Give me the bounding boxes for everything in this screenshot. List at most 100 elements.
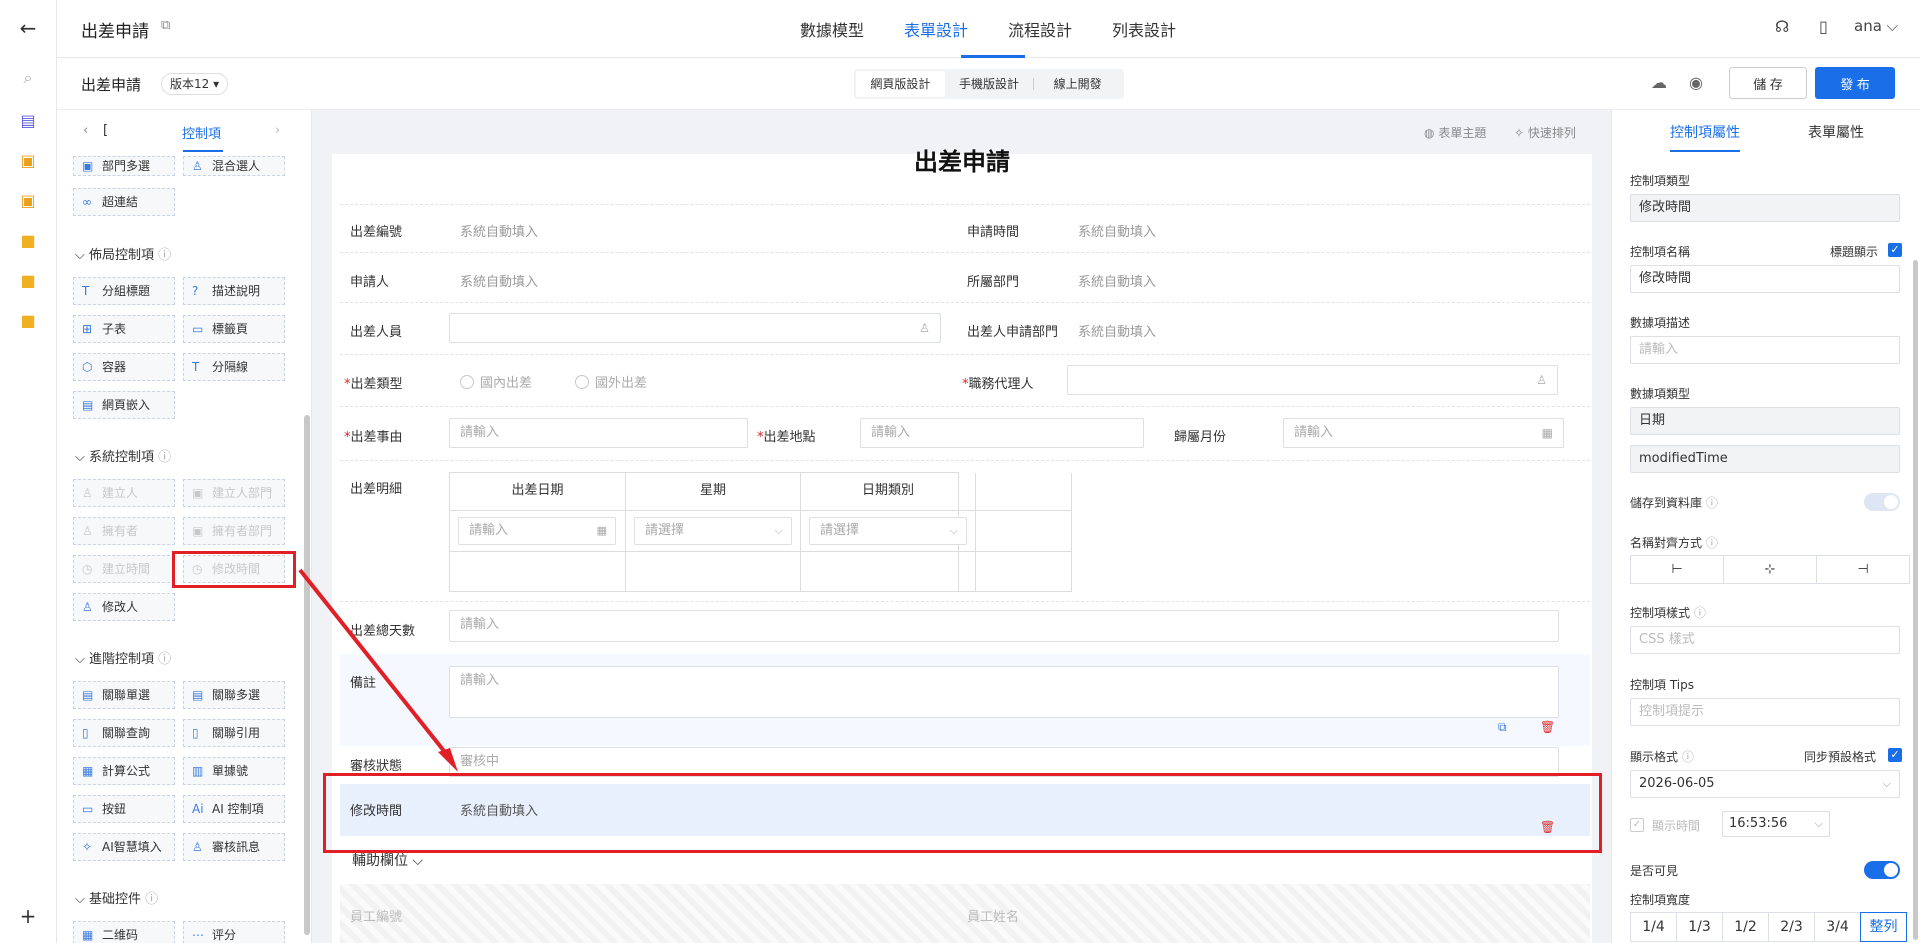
section-advanced[interactable]: ⌵ 進階控制項 ⓘ <box>75 648 171 667</box>
reason-input[interactable]: 請輸入 <box>449 418 748 448</box>
chip-ai-fill[interactable]: ✧ AI智慧填入 <box>73 833 175 861</box>
palette-next-icon[interactable]: › <box>275 123 280 138</box>
tab-flow-design[interactable]: 流程設計 <box>1008 17 1072 41</box>
eye-icon[interactable]: ◉ <box>1689 73 1703 92</box>
chip-creator-dept[interactable]: ▣ 建立人部門 <box>183 479 285 507</box>
delete-icon[interactable]: 🗑 <box>1540 720 1555 734</box>
title-show-checkbox[interactable]: ✓ <box>1888 243 1902 257</box>
agent-input[interactable]: ♙ <box>1067 365 1558 395</box>
data-desc-input[interactable]: 請輸入 <box>1630 336 1900 364</box>
chip-divider[interactable]: T 分隔線 <box>183 353 285 381</box>
visible-toggle[interactable] <box>1864 861 1900 879</box>
mode-web[interactable]: 網頁版設計 <box>856 71 945 97</box>
folder-icon[interactable]: ■ <box>18 270 38 290</box>
tab-form-props[interactable]: 表單屬性 <box>1808 122 1864 142</box>
chip-doc-number[interactable]: ▥ 單據號 <box>183 757 285 785</box>
chip-web-embed[interactable]: ▤ 網頁嵌入 <box>73 391 175 419</box>
travelers-input[interactable]: ♙ <box>449 313 941 343</box>
chip-mixed-select[interactable]: ♙ 混合選人 <box>183 156 285 176</box>
sync-format-checkbox[interactable]: ✓ <box>1888 748 1902 762</box>
palette-prev-icon[interactable]: ‹ <box>83 123 88 138</box>
chip-relation-single[interactable]: ▤ 關聯單選 <box>73 681 175 709</box>
radio-domestic[interactable]: 國內出差 <box>460 372 532 391</box>
section-basic[interactable]: ⌵ 基础控件 ⓘ <box>75 888 158 907</box>
chip-qrcode[interactable]: ▦ 二维码 <box>73 921 175 943</box>
total-days-input[interactable]: 請輸入 <box>449 610 1559 642</box>
align-right-icon[interactable]: ⊣ <box>1817 556 1909 583</box>
chip-ai-control[interactable]: Ai AI 控制項 <box>183 795 285 823</box>
table-icon[interactable]: ▤ <box>18 110 38 130</box>
save-button[interactable]: 儲 存 <box>1729 67 1807 99</box>
chip-relation-ref[interactable]: ▯ 關聯引用 <box>183 719 285 747</box>
chip-button[interactable]: ▭ 按鈕 <box>73 795 175 823</box>
trip-date-input[interactable]: 請輸入 ▦ <box>458 517 616 545</box>
palette-scrollbar[interactable] <box>304 415 310 935</box>
css-style-input[interactable]: CSS 樣式 <box>1630 626 1900 654</box>
show-time-checkbox[interactable]: ✓ <box>1630 818 1644 832</box>
width-2-3[interactable]: 2/3 <box>1768 912 1815 942</box>
back-arrow-icon[interactable]: ← <box>18 16 38 40</box>
chip-description[interactable]: ? 描述說明 <box>183 277 285 305</box>
date-type-select[interactable]: 請選擇 ⌵ <box>809 517 967 545</box>
props-scrollbar[interactable] <box>1913 260 1918 940</box>
chip-container[interactable]: ⬡ 容器 <box>73 353 175 381</box>
time-format-select[interactable]: 16:53:56 ⌵ <box>1722 811 1830 837</box>
folder-icon[interactable]: ■ <box>18 230 38 250</box>
form-icon[interactable]: ▣ <box>18 150 38 170</box>
align-center-icon[interactable]: ⊹ <box>1724 556 1817 583</box>
tips-input[interactable]: 控制項提示 <box>1630 698 1900 726</box>
add-icon[interactable]: + <box>18 904 38 928</box>
folder-icon[interactable]: ■ <box>18 310 38 330</box>
chip-rating[interactable]: ⋯ 评分 <box>183 921 285 943</box>
width-1-3[interactable]: 1/3 <box>1676 912 1723 942</box>
copy-icon[interactable]: ⧉ <box>1498 720 1507 735</box>
chip-modifier[interactable]: ♙ 修改人 <box>73 593 175 621</box>
headset-icon[interactable]: ☊ <box>1775 17 1789 36</box>
tab-form-design[interactable]: 表單設計 <box>904 17 968 41</box>
search-icon[interactable]: ⌕ <box>18 68 38 88</box>
tab-control-props[interactable]: 控制項屬性 <box>1670 122 1740 142</box>
tab-list-design[interactable]: 列表設計 <box>1112 17 1176 41</box>
chip-tabs[interactable]: ▭ 標籤頁 <box>183 315 285 343</box>
place-input[interactable]: 請輸入 <box>860 418 1144 448</box>
book-icon[interactable]: ▯ <box>1819 17 1828 36</box>
chip-formula[interactable]: ▦ 計算公式 <box>73 757 175 785</box>
month-input[interactable]: 請輸入 ▦ <box>1283 418 1564 448</box>
align-left-icon[interactable]: ⊢ <box>1631 556 1724 583</box>
palette-tab-controls[interactable]: 控制項 <box>182 123 221 142</box>
chip-relation-query[interactable]: ▯ 關聯查詢 <box>73 719 175 747</box>
user-menu[interactable]: ana ⌵ <box>1854 17 1898 35</box>
form-theme-button[interactable]: ◍ 表單主題 <box>1424 124 1486 141</box>
weekday-select[interactable]: 請選擇 ⌵ <box>634 517 792 545</box>
monitor-icon[interactable]: ▣ <box>18 190 38 210</box>
section-system[interactable]: ⌵ 系統控制項 ⓘ <box>75 446 171 465</box>
radio-overseas[interactable]: 國外出差 <box>575 372 647 391</box>
section-layout[interactable]: ⌵ 佈局控制項 ⓘ <box>75 244 171 263</box>
external-link-icon[interactable]: ⧉ <box>161 18 170 33</box>
date-format-select[interactable]: 2026-06-05 ⌵ <box>1630 770 1900 798</box>
width-full[interactable]: 整列 <box>1860 912 1907 942</box>
control-name-input[interactable]: 修改時間 <box>1630 265 1900 293</box>
width-3-4[interactable]: 3/4 <box>1814 912 1861 942</box>
width-1-4[interactable]: 1/4 <box>1630 912 1677 942</box>
width-1-2[interactable]: 1/2 <box>1722 912 1769 942</box>
quick-arrange-button[interactable]: ✧ 快速排列 <box>1514 124 1576 141</box>
store-db-toggle[interactable] <box>1864 493 1900 511</box>
aux-section-title[interactable]: 輔助欄位 ⌵ <box>352 850 423 870</box>
chip-created-time[interactable]: ◷ 建立時間 <box>73 555 175 583</box>
cloud-upload-icon[interactable]: ☁ <box>1651 73 1667 92</box>
palette-tab-left[interactable]: [ <box>103 123 108 138</box>
chip-relation-multi[interactable]: ▤ 關聯多選 <box>183 681 285 709</box>
chip-hyperlink[interactable]: ∞ 超連結 <box>73 188 175 216</box>
tab-data-model[interactable]: 數據模型 <box>800 17 864 41</box>
chip-subtable[interactable]: ⊞ 子表 <box>73 315 175 343</box>
chip-dept-multi[interactable]: ▣ 部門多選 <box>73 156 175 176</box>
remark-textarea[interactable]: 請輸入 <box>449 666 1559 718</box>
chip-owner-dept[interactable]: ▣ 擁有者部門 <box>183 517 285 545</box>
mode-mobile[interactable]: 手機版設計 <box>945 71 1034 97</box>
chip-review-info[interactable]: ♙ 審核訊息 <box>183 833 285 861</box>
mode-online-dev[interactable]: 線上開發 <box>1033 71 1122 97</box>
chip-owner[interactable]: ♙ 擁有者 <box>73 517 175 545</box>
chip-creator[interactable]: ♙ 建立人 <box>73 479 175 507</box>
publish-button[interactable]: 發 布 <box>1815 67 1895 99</box>
